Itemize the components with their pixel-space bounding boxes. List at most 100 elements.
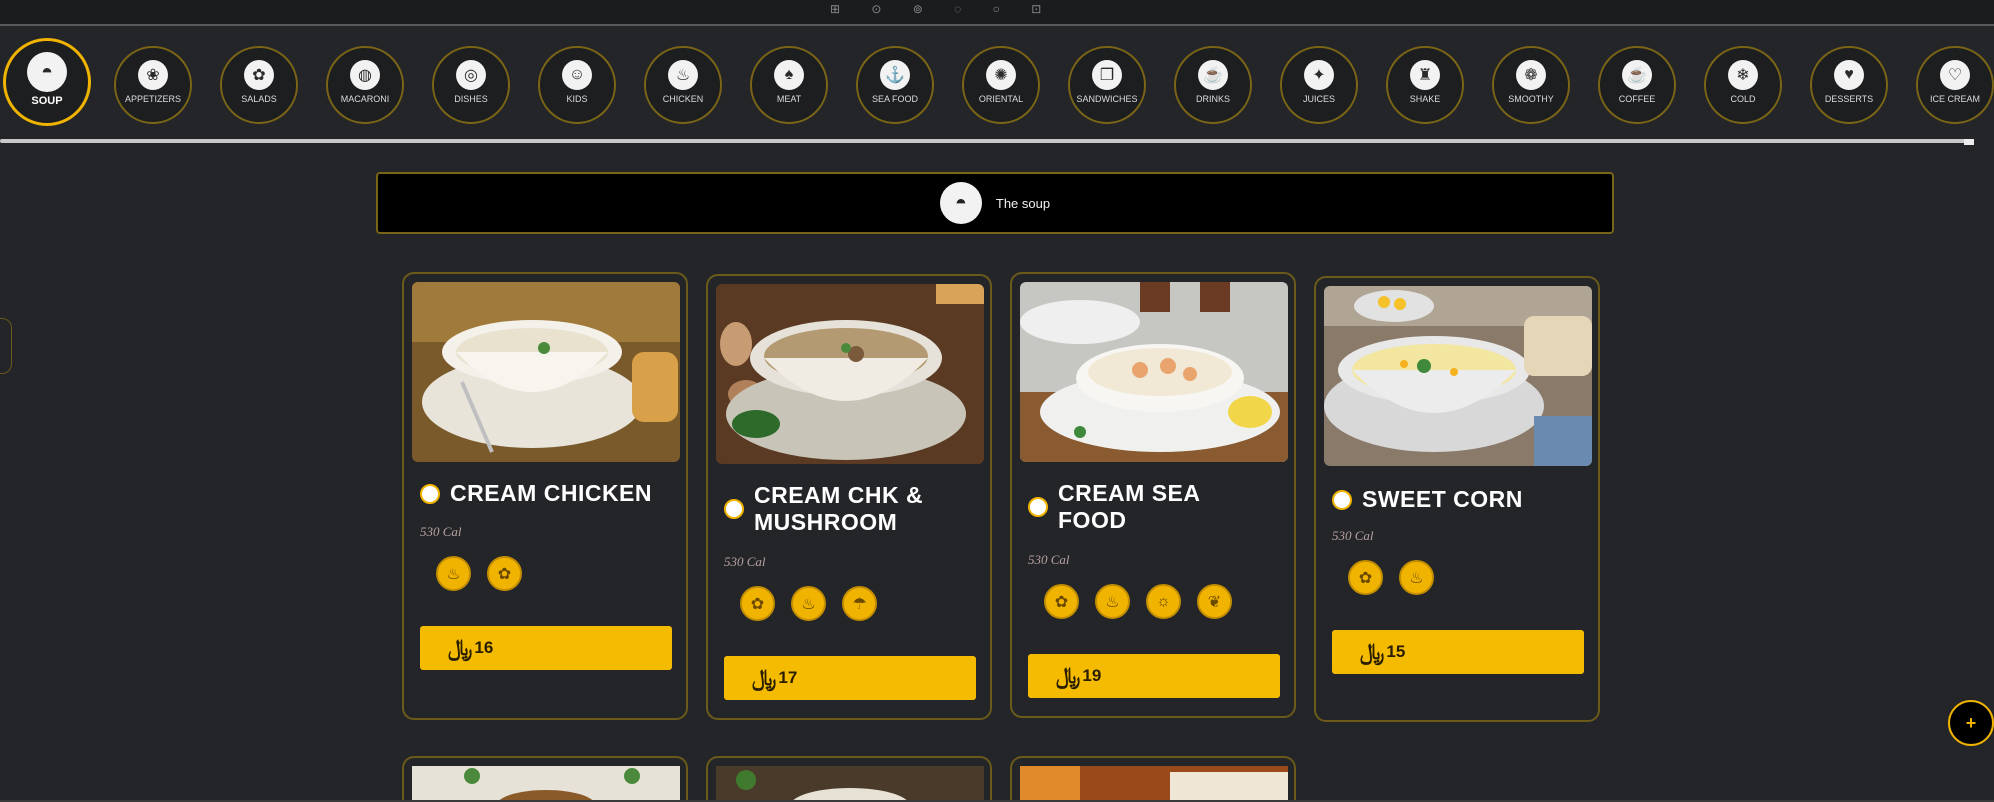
shake-icon: ♜	[1410, 60, 1440, 90]
product-name: SWEET CORN	[1362, 486, 1523, 512]
category-shake[interactable]: ♜ SHAKE	[1386, 46, 1464, 124]
allergen-list: ✿ ♨ ☂	[740, 586, 877, 621]
category-drinks[interactable]: ☕ DRINKS	[1174, 46, 1252, 124]
category-label: DISHES	[454, 94, 488, 104]
product-photo	[1324, 286, 1592, 466]
cold-drink-icon: ❄	[1728, 60, 1758, 90]
product-photo	[1020, 282, 1288, 462]
category-meat[interactable]: ♠ MEAT	[750, 46, 828, 124]
category-desserts[interactable]: ♥ DESSERTS	[1810, 46, 1888, 124]
category-sandwiches[interactable]: ❒ SANDWICHES	[1068, 46, 1146, 124]
product-name: CREAM CHK & MUSHROOM	[754, 482, 924, 535]
product-card[interactable]	[402, 756, 688, 802]
category-scrollbar[interactable]	[0, 139, 1966, 143]
product-price: 15	[1386, 642, 1406, 661]
section-title: The soup	[995, 195, 1051, 211]
category-cold[interactable]: ❄ COLD	[1704, 46, 1782, 124]
category-appetizers[interactable]: ❀ APPETIZERS	[114, 46, 192, 124]
fish-icon: ❦	[1197, 584, 1232, 619]
category-oriental[interactable]: ✺ ORIENTAL	[962, 46, 1040, 124]
product-photo	[716, 766, 984, 802]
product-card[interactable]	[706, 756, 992, 802]
add-fab-button[interactable]: +	[1948, 700, 1994, 746]
price-button[interactable]: ﷼ 17	[724, 656, 976, 700]
toolbar-icons: ⊞ ⊙ ⊚ ◌ ○ ⊡	[830, 2, 1056, 16]
product-name-row: CREAM CHK & MUSHROOM	[724, 482, 954, 536]
salad-icon: ✿	[244, 60, 274, 90]
category-sea-food[interactable]: ⚓ SEA FOOD	[856, 46, 934, 124]
category-label: SMOOTHY	[1508, 94, 1554, 104]
left-drawer-handle[interactable]	[0, 318, 12, 374]
product-calories: 530 Cal	[1332, 528, 1374, 543]
product-card[interactable]: SWEET CORN 530 Cal ✿ ♨ ﷼ 15	[1314, 276, 1600, 722]
category-coffee[interactable]: ☕ COFFEE	[1598, 46, 1676, 124]
category-macaroni[interactable]: ◍ MACARONI	[326, 46, 404, 124]
gluten-icon: ✿	[740, 586, 775, 621]
product-card[interactable]: CREAM SEA FOOD 530 Cal ✿ ♨ ☼ ❦ ﷼ 19	[1010, 272, 1296, 718]
riyal-icon: ﷼	[752, 665, 777, 691]
category-chicken[interactable]: ♨ CHICKEN	[644, 46, 722, 124]
category-dishes[interactable]: ◎ DISHES	[432, 46, 510, 124]
select-radio[interactable]	[1332, 489, 1352, 510]
select-radio[interactable]	[420, 483, 440, 504]
category-label: SHAKE	[1409, 94, 1441, 104]
product-calories: 530 Cal	[1028, 552, 1070, 567]
category-label: MEAT	[776, 94, 802, 104]
dairy-icon: ♨	[791, 586, 826, 621]
dairy-icon: ♨	[1399, 560, 1434, 595]
riyal-icon: ﷼	[1360, 639, 1385, 665]
product-name: CREAM SEA FOOD	[1058, 480, 1200, 533]
shellfish-icon: ☼	[1146, 584, 1181, 619]
product-card[interactable]: CREAM CHK & MUSHROOM 530 Cal ✿ ♨ ☂ ﷼ 17	[706, 274, 992, 720]
select-radio[interactable]	[1028, 497, 1048, 517]
price-button[interactable]: ﷼ 16	[420, 626, 672, 670]
category-label: APPETIZERS	[124, 94, 181, 104]
riyal-icon: ﷼	[1056, 663, 1081, 689]
product-name-row: CREAM SEA FOOD	[1028, 480, 1238, 534]
category-salads[interactable]: ✿ SALADS	[220, 46, 298, 124]
category-label: SOUP	[31, 95, 63, 107]
category-label: KIDS	[566, 94, 588, 104]
pasta-icon: ◍	[350, 60, 380, 90]
category-ice-cream[interactable]: ♡ ICE CREAM	[1916, 46, 1994, 124]
price-button[interactable]: ﷼ 15	[1332, 630, 1584, 674]
section-header: ◓ The soup	[376, 172, 1614, 234]
category-kids[interactable]: ☺ KIDS	[538, 46, 616, 124]
drink-icon: ☕	[1198, 60, 1228, 90]
allergen-list: ✿ ♨ ☼ ❦	[1044, 584, 1232, 619]
price-button[interactable]: ﷼ 19	[1028, 654, 1280, 698]
product-name-row: CREAM CHICKEN	[420, 480, 652, 507]
gluten-icon: ✿	[487, 556, 522, 591]
product-card[interactable]: CREAM CHICKEN 530 Cal ♨ ✿ ﷼ 16	[402, 272, 688, 720]
select-radio[interactable]	[724, 499, 744, 519]
category-label: JUICES	[1302, 94, 1335, 104]
gluten-icon: ✿	[1348, 560, 1383, 595]
menu-page: ⊞ ⊙ ⊚ ◌ ○ ⊡ ◓ SOUP ❀ APPETIZERS ✿ SALADS ◍ MACA…	[0, 0, 1994, 802]
product-card[interactable]	[1010, 756, 1296, 802]
category-soup[interactable]: ◓ SOUP	[3, 38, 91, 126]
category-juices[interactable]: ✦ JUICES	[1280, 46, 1358, 124]
product-photo	[1020, 766, 1288, 802]
category-smoothy[interactable]: ❁ SMOOTHY	[1492, 46, 1570, 124]
riyal-icon: ﷼	[448, 635, 473, 661]
category-label: DRINKS	[1195, 94, 1230, 104]
category-label: COLD	[1730, 94, 1756, 104]
oriental-icon: ✺	[986, 60, 1016, 90]
category-label: SEA FOOD	[871, 94, 918, 104]
dessert-icon: ♥	[1834, 60, 1864, 90]
scrollbar-thumb[interactable]	[1964, 139, 1974, 145]
sandwich-icon: ❒	[1092, 60, 1122, 90]
soup-bowl-icon: ◓	[939, 182, 982, 224]
category-carousel[interactable]: ◓ SOUP ❀ APPETIZERS ✿ SALADS ◍ MACARONI ◎ DISHES ☺…	[0, 30, 1994, 138]
gluten-icon: ✿	[1044, 584, 1079, 619]
dairy-icon: ♨	[1095, 584, 1130, 619]
meat-icon: ♠	[774, 60, 804, 90]
category-label: CHICKEN	[662, 94, 704, 104]
ice-cream-icon: ♡	[1940, 60, 1970, 90]
product-price: 16	[474, 638, 494, 657]
product-photo	[716, 284, 984, 464]
category-label: DESSERTS	[1824, 94, 1874, 104]
appetizer-icon: ❀	[138, 60, 168, 90]
category-label: ICE CREAM	[1929, 94, 1980, 104]
coffee-icon: ☕	[1622, 60, 1652, 90]
